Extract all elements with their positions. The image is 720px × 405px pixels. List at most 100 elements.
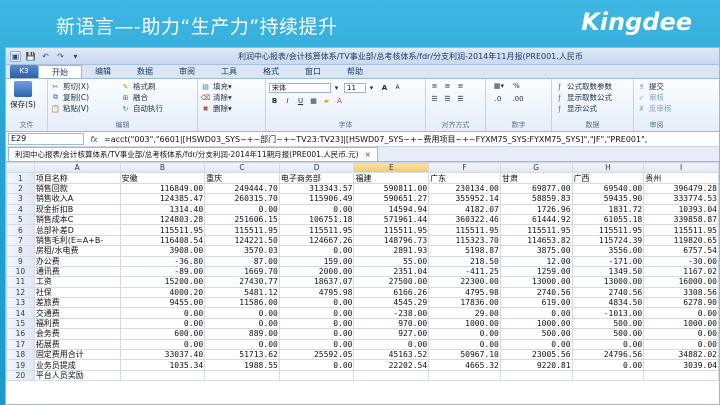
value-cell[interactable]: 115323.70 — [428, 234, 501, 247]
formula-params-button[interactable]: ƒ 公式取数参数 — [555, 81, 630, 92]
value-cell[interactable]: 119820.65 — [643, 234, 719, 247]
column-header[interactable]: A — [33, 161, 121, 174]
row-label-cell[interactable]: 办公费 — [33, 255, 121, 267]
value-cell[interactable]: 0.00 — [204, 307, 280, 319]
merge-button[interactable]: ⊞ 融合 — [121, 92, 193, 103]
value-cell[interactable]: 4834.50 — [571, 297, 645, 309]
row-label-cell[interactable]: 工资 — [33, 276, 121, 288]
value-cell[interactable]: 889.00 — [204, 328, 280, 340]
value-cell[interactable]: 3875.00 — [499, 245, 573, 257]
column-header[interactable]: B — [119, 161, 206, 174]
row-header[interactable]: 13 — [6, 297, 35, 309]
border-icon[interactable]: ▦ — [308, 96, 319, 106]
value-cell[interactable]: 29.00 — [428, 307, 501, 319]
tab-edit[interactable]: 编辑 — [82, 65, 124, 78]
value-cell[interactable]: 0.00 — [571, 338, 645, 351]
value-cell[interactable]: 广东 — [428, 172, 501, 184]
clear-button[interactable]: ⌫ 清除 ▾ — [201, 92, 262, 103]
row-header[interactable]: 11 — [6, 276, 35, 288]
value-cell[interactable]: 电子商务部 — [278, 172, 355, 184]
value-cell[interactable]: 22202.54 — [353, 359, 430, 371]
value-cell[interactable]: 0.00 — [428, 338, 501, 351]
value-cell[interactable]: 23005.56 — [499, 349, 573, 361]
value-cell[interactable]: 619.00 — [499, 297, 573, 309]
align-top-icon[interactable]: ≡ — [429, 81, 440, 91]
cut-button[interactable]: ✂ 剪切(X) — [51, 81, 121, 92]
value-cell[interactable]: 5481.12 — [204, 286, 280, 299]
value-cell[interactable]: 贵州 — [643, 172, 719, 184]
value-cell[interactable]: 313343.57 — [278, 182, 355, 195]
row-label-cell[interactable]: 社保 — [33, 286, 121, 299]
value-cell[interactable]: 0.00 — [278, 359, 355, 371]
row-label-cell[interactable]: 销售回款 — [33, 182, 121, 195]
value-cell[interactable] — [428, 369, 501, 382]
value-cell[interactable] — [204, 369, 280, 382]
tab-data[interactable]: 数据 — [124, 65, 166, 78]
value-cell[interactable]: 18637.07 — [278, 276, 355, 288]
column-header[interactable]: H — [571, 161, 645, 174]
row-header[interactable]: 19 — [6, 359, 35, 371]
value-cell[interactable]: 927.00 — [353, 328, 430, 340]
value-cell[interactable]: 1669.70 — [204, 265, 280, 278]
value-cell[interactable]: 55.00 — [353, 255, 430, 267]
value-cell[interactable]: 0.00 — [204, 338, 280, 351]
value-cell[interactable]: 970.00 — [353, 317, 430, 330]
value-cell[interactable]: 115511.95 — [278, 224, 355, 236]
show-formula-button[interactable]: ƒ 显示取数公式 — [555, 92, 630, 103]
row-header[interactable]: 6 — [6, 224, 35, 236]
value-cell[interactable]: 124667.26 — [278, 234, 355, 247]
font-size-dropdown-icon[interactable]: ▾ — [366, 83, 377, 93]
select-all-corner[interactable] — [6, 161, 35, 174]
value-cell[interactable]: 4182.07 — [428, 203, 501, 215]
font-color-icon[interactable]: A — [334, 96, 345, 106]
value-cell[interactable]: 58859.83 — [499, 193, 573, 205]
value-cell[interactable]: 11586.00 — [204, 297, 280, 309]
value-cell[interactable]: 6278.90 — [643, 297, 719, 309]
value-cell[interactable]: 重庆 — [204, 172, 280, 184]
row-header[interactable]: 9 — [6, 255, 35, 267]
value-cell[interactable]: 2740.56 — [571, 286, 645, 299]
value-cell[interactable]: 4795.98 — [278, 286, 355, 299]
value-cell[interactable]: 251606.15 — [204, 213, 280, 226]
value-cell[interactable]: -171.00 — [571, 255, 645, 267]
value-cell[interactable]: 3039.04 — [643, 359, 719, 371]
column-header[interactable]: G — [499, 161, 573, 174]
value-cell[interactable]: 1167.02 — [643, 265, 719, 278]
value-cell[interactable]: 1000.00 — [499, 317, 573, 330]
row-label-cell[interactable]: 销售收入A — [33, 193, 121, 205]
row-header[interactable]: 20 — [6, 369, 35, 382]
font-name-dropdown-icon[interactable]: ▾ — [331, 83, 342, 93]
value-cell[interactable] — [499, 369, 573, 382]
value-cell[interactable] — [353, 369, 430, 382]
fill-button[interactable]: ▤ 填充 ▾ — [201, 81, 262, 92]
value-cell[interactable] — [119, 369, 206, 382]
value-cell[interactable]: 14594.94 — [353, 203, 430, 215]
value-cell[interactable]: 10393.04 — [643, 203, 719, 215]
column-header[interactable]: D — [278, 161, 355, 174]
paste-button[interactable]: 📋 粘贴(V) — [51, 103, 121, 114]
tab-help[interactable]: 帮助 — [334, 65, 376, 78]
row-label-cell[interactable]: 固定费用合计 — [33, 349, 121, 361]
value-cell[interactable]: 2891.93 — [353, 245, 430, 257]
value-cell[interactable] — [643, 369, 719, 382]
fx-icon[interactable]: fx — [87, 135, 101, 144]
value-cell[interactable]: 4665.32 — [428, 359, 501, 371]
value-cell[interactable]: 0.00 — [278, 338, 355, 351]
formula-input[interactable]: =acct("003","6601|[HSWD03_SYS~+~部门~+~TV2… — [104, 134, 647, 145]
value-cell[interactable]: 27500.00 — [353, 276, 430, 288]
save-button[interactable]: 保存(S) — [9, 81, 37, 110]
fill-color-icon[interactable]: ▰ — [321, 96, 332, 106]
value-cell[interactable]: 115511.95 — [204, 224, 280, 236]
value-cell[interactable]: 6166.26 — [353, 286, 430, 299]
value-cell[interactable]: 12.00 — [499, 255, 573, 267]
value-cell[interactable]: 1259.00 — [499, 265, 573, 278]
value-cell[interactable]: 50967.10 — [428, 349, 501, 361]
value-cell[interactable]: 106751.18 — [278, 213, 355, 226]
row-header[interactable]: 18 — [6, 349, 35, 361]
value-cell[interactable]: 17836.00 — [428, 297, 501, 309]
row-label-cell[interactable]: 交通费 — [33, 307, 121, 319]
value-cell[interactable]: 13000.00 — [571, 276, 645, 288]
row-header[interactable]: 7 — [6, 234, 35, 247]
value-cell[interactable]: 159.00 — [278, 255, 355, 267]
value-cell[interactable] — [278, 369, 355, 382]
